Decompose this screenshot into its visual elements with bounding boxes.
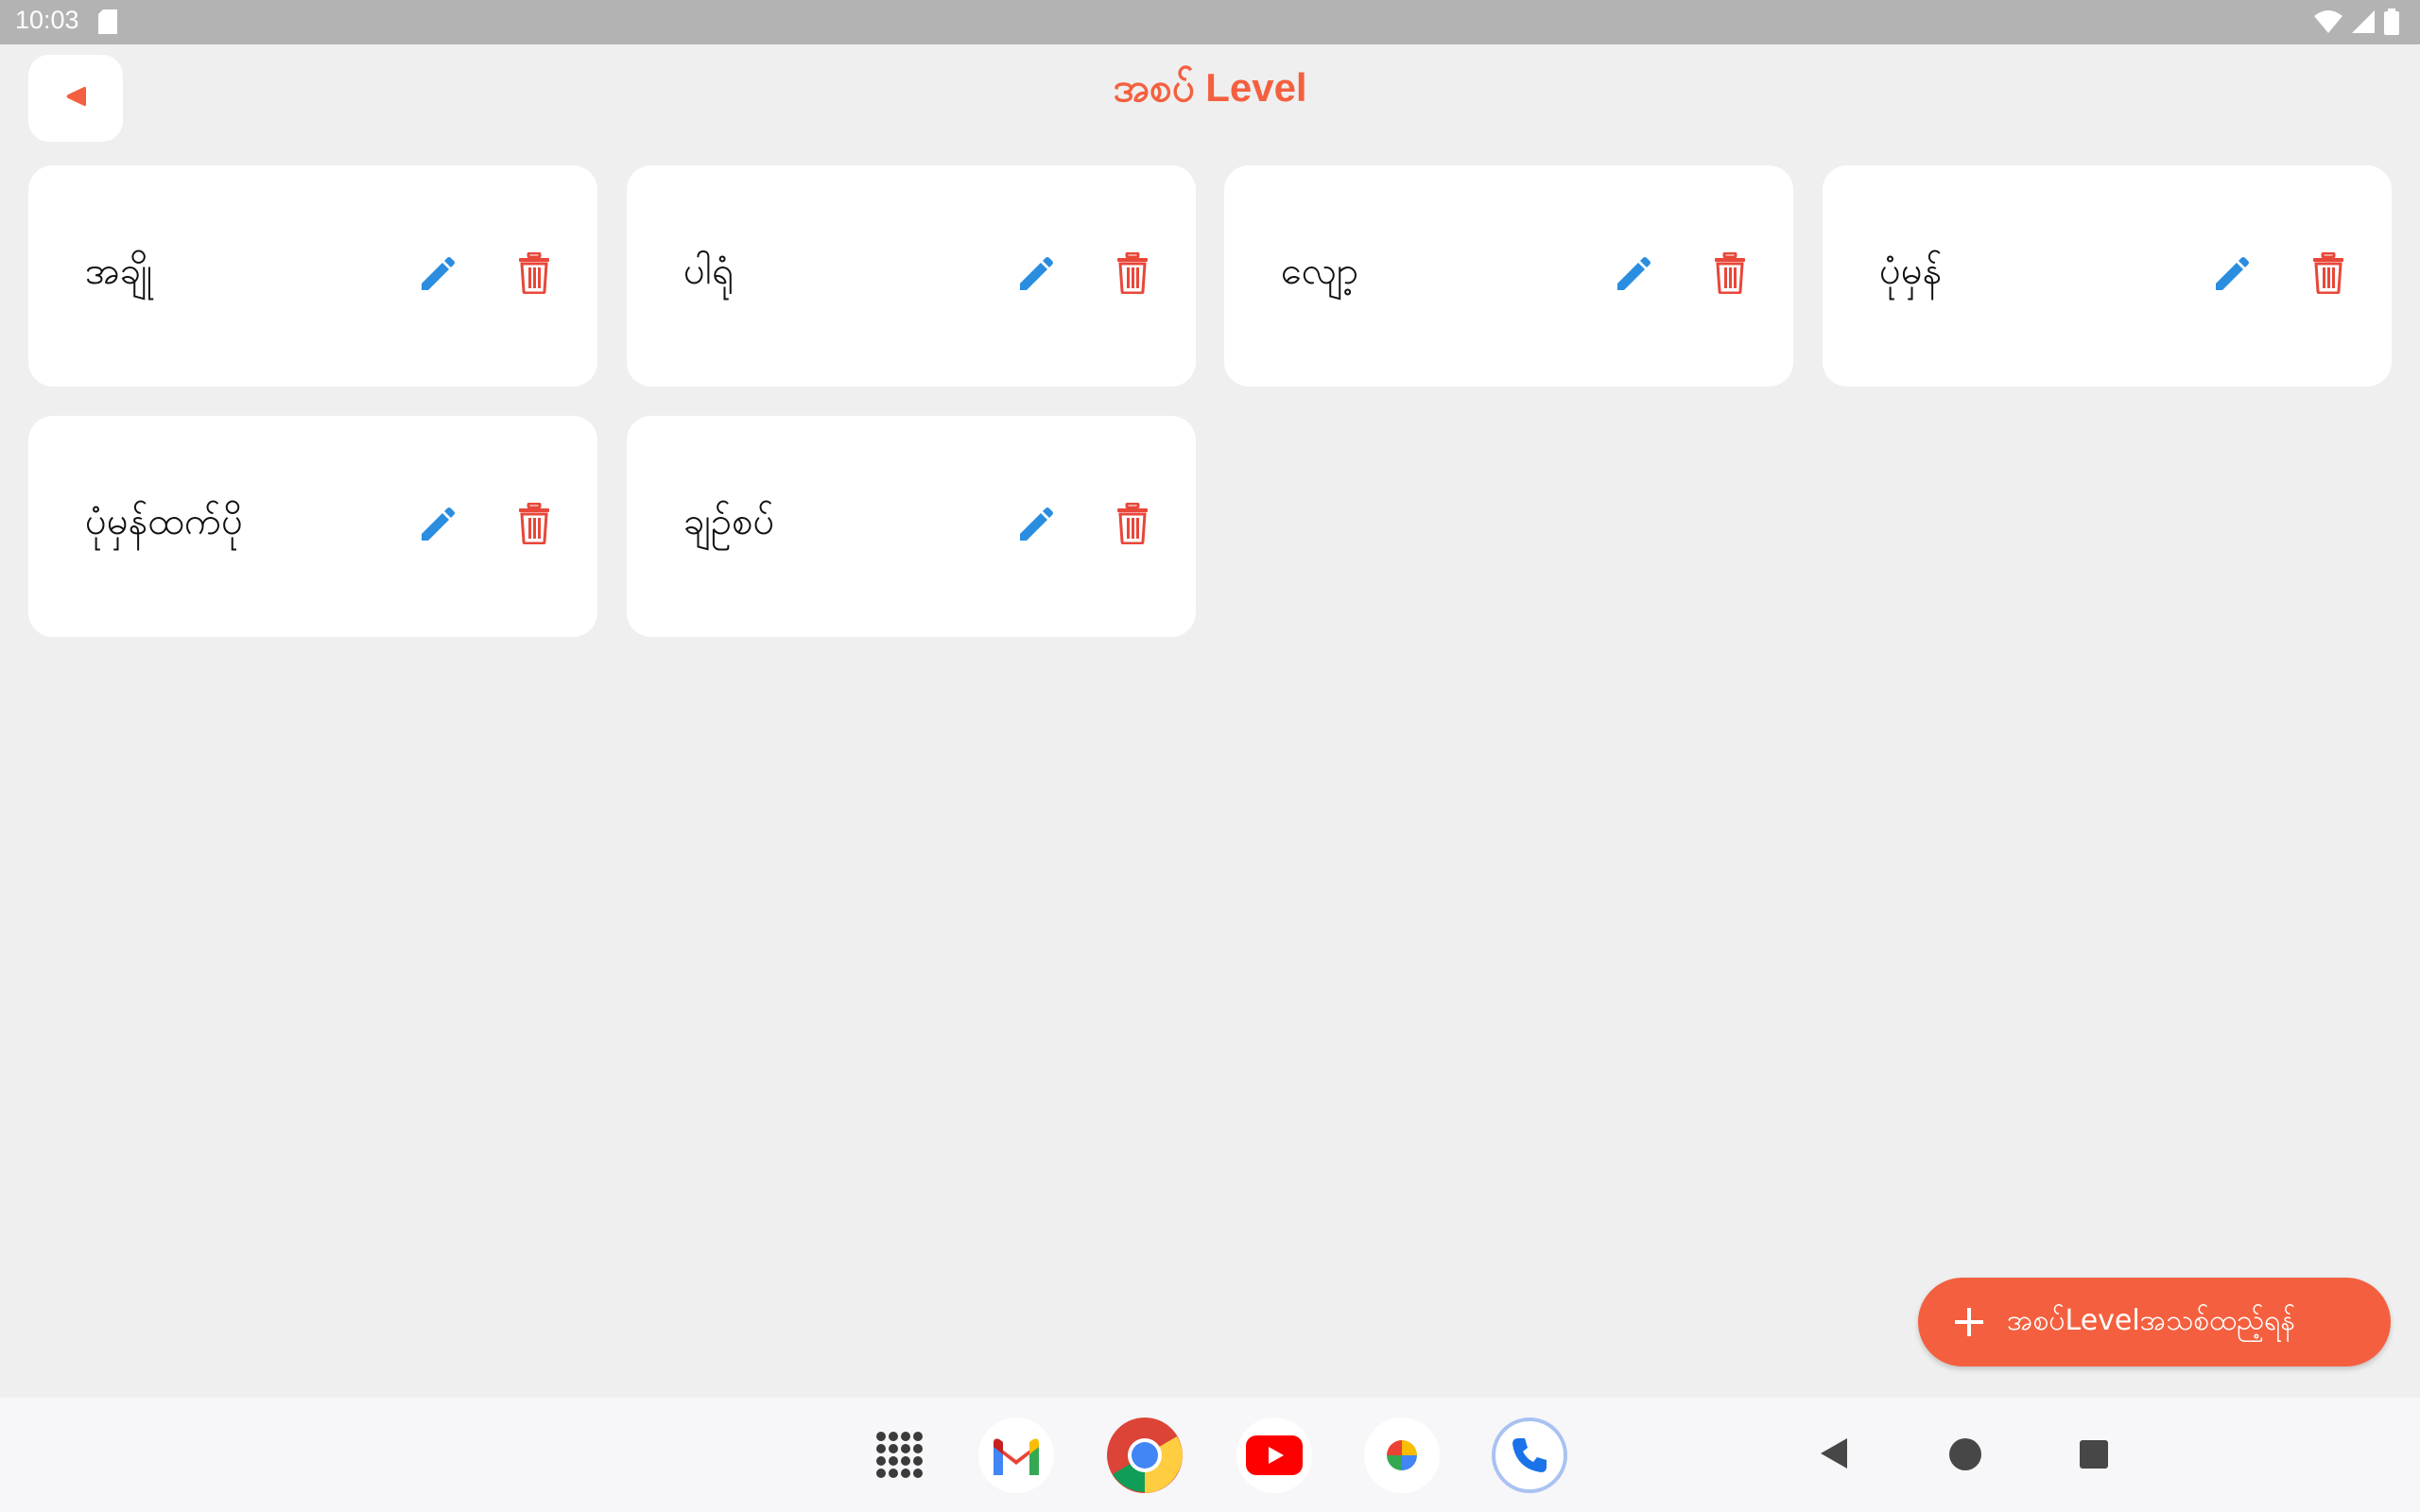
gmail-icon[interactable] (978, 1418, 1054, 1493)
edit-icon[interactable] (416, 505, 458, 546)
trash-icon[interactable] (2312, 251, 2344, 295)
level-name: ချဉ်စပ် (683, 500, 775, 543)
phone-icon[interactable] (1492, 1418, 1567, 1493)
level-name: အချို (85, 249, 153, 293)
edit-icon[interactable] (1014, 254, 1056, 296)
page-title: အစပ် Level (1113, 65, 1307, 110)
level-card[interactable]: ပါရုံ (627, 165, 1196, 387)
wifi-icon (2314, 10, 2342, 37)
level-card[interactable]: လျော့ (1224, 165, 1793, 387)
level-name: ပါရုံ (683, 249, 734, 293)
level-card[interactable]: အချို (28, 165, 597, 387)
status-bar: 10:03 (0, 0, 2420, 44)
add-level-button[interactable]: အစပ်Levelအသစ်ထည့်ရန် (1918, 1278, 2391, 1366)
trash-icon[interactable] (1116, 502, 1149, 545)
nav-back-button[interactable] (1819, 1436, 1849, 1474)
edit-icon[interactable] (1612, 254, 1653, 296)
trash-icon[interactable] (518, 251, 550, 295)
battery-icon (2384, 9, 2399, 39)
level-name: ပုံမှန် (1879, 249, 1943, 293)
level-name: ပုံမှန်ထက်ပို (85, 500, 243, 543)
status-time: 10:03 (15, 6, 79, 34)
nav-recents-button[interactable] (2080, 1440, 2108, 1472)
app-drawer-icon[interactable] (862, 1418, 938, 1493)
edit-icon[interactable] (1014, 505, 1056, 546)
youtube-icon[interactable] (1236, 1418, 1312, 1493)
navigation-bar (0, 1398, 2420, 1512)
level-card[interactable]: ပုံမှန် (1823, 165, 2392, 387)
trash-icon[interactable] (1714, 251, 1746, 295)
level-name: လျော့ (1281, 249, 1358, 293)
level-card[interactable]: ချဉ်စပ် (627, 416, 1196, 637)
chrome-icon[interactable] (1107, 1418, 1183, 1493)
edit-icon[interactable] (2210, 254, 2252, 296)
add-level-label: အစပ်Levelအသစ်ထည့်ရန် (2007, 1303, 2295, 1337)
nav-home-button[interactable] (1949, 1438, 1981, 1474)
edit-icon[interactable] (416, 254, 458, 296)
trash-icon[interactable] (518, 502, 550, 545)
level-card[interactable]: ပုံမှန်ထက်ပို (28, 416, 597, 637)
signal-icon (2352, 10, 2375, 37)
plus-icon (1952, 1305, 1986, 1339)
trash-icon[interactable] (1116, 251, 1149, 295)
sd-card-icon (98, 9, 117, 38)
photos-icon[interactable] (1364, 1418, 1440, 1493)
